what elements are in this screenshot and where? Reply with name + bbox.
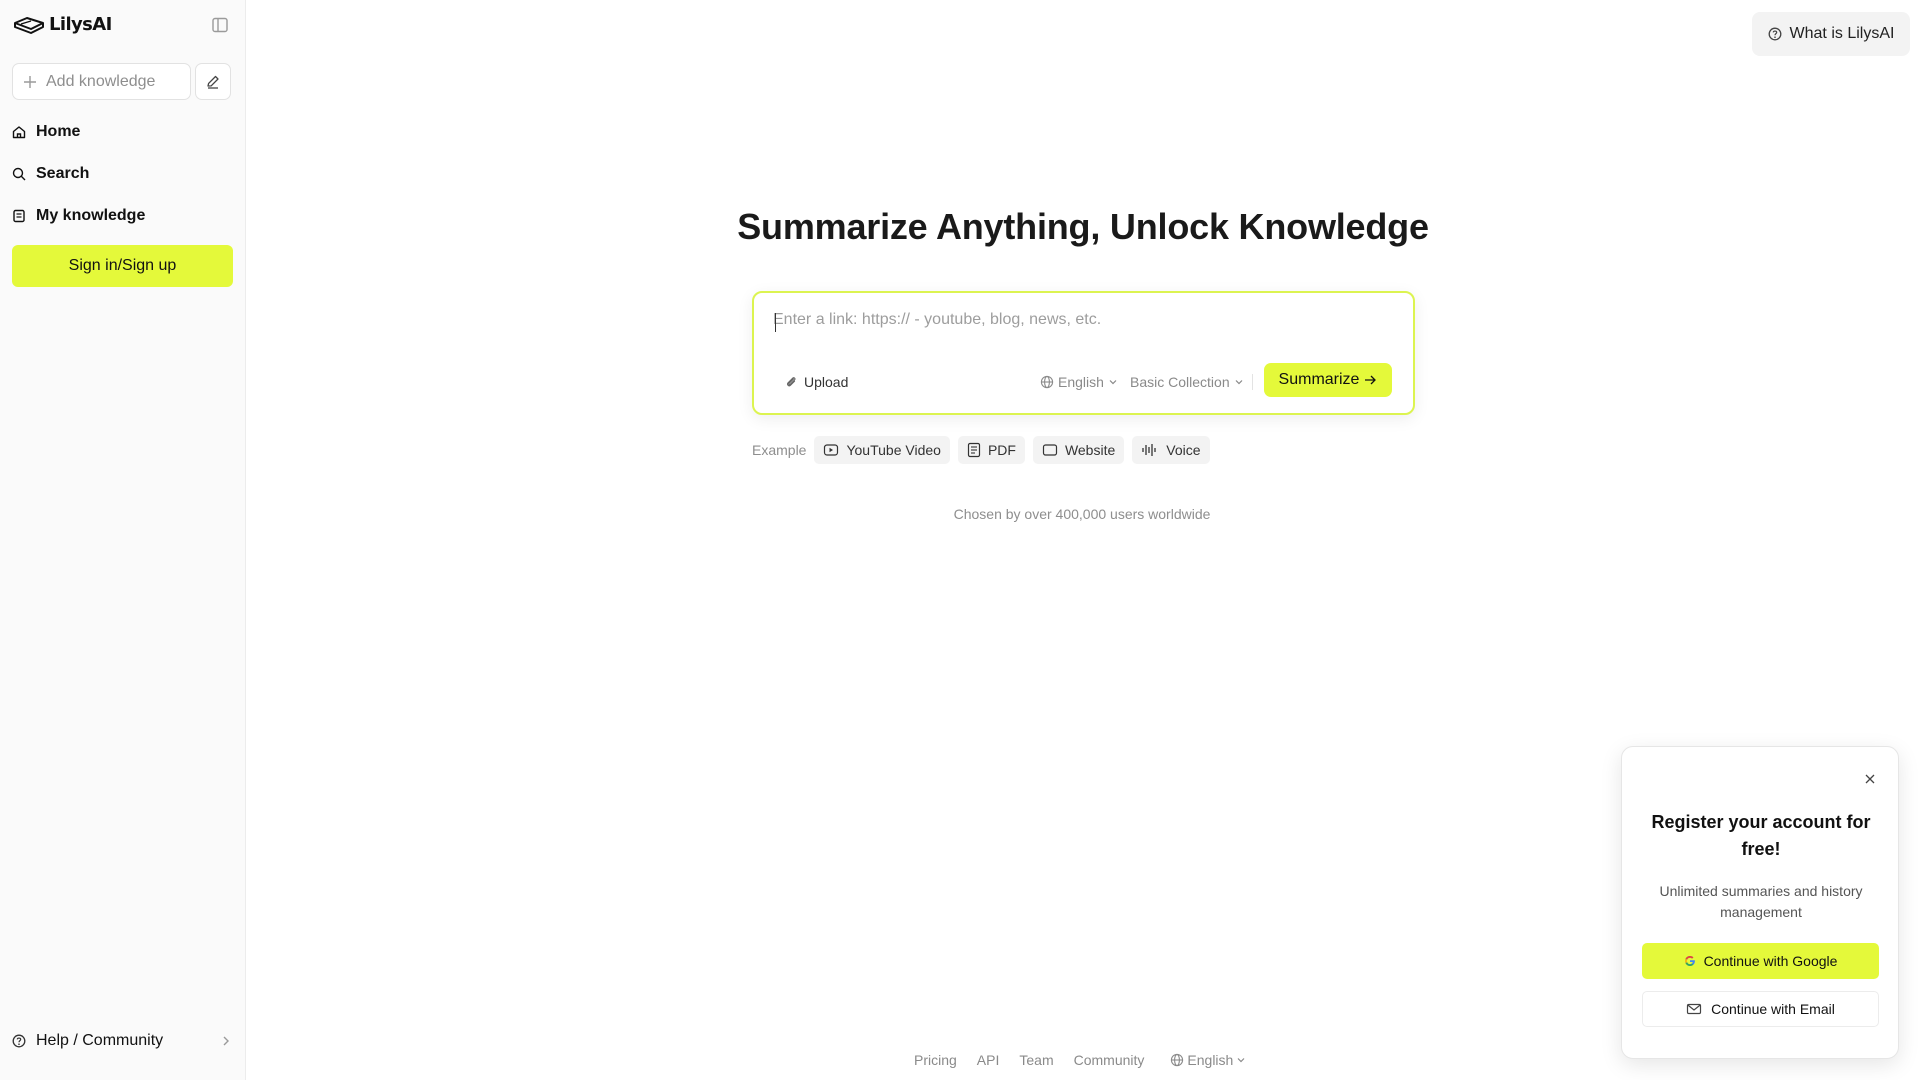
help-community-link[interactable]: Help / Community	[0, 1020, 246, 1062]
google-icon	[1684, 955, 1696, 967]
sidebar-toggle-button[interactable]	[211, 16, 229, 34]
upload-button[interactable]: Upload	[784, 371, 848, 393]
footer-language-dropdown[interactable]: English	[1170, 1052, 1246, 1068]
help-circle-icon	[12, 1034, 26, 1048]
popup-description: Unlimited summaries and history manageme…	[1659, 883, 1863, 920]
close-icon	[1862, 771, 1878, 787]
help-community-label: Help / Community	[36, 1032, 164, 1049]
register-popup: Register your account for free! Unlimite…	[1621, 746, 1899, 1059]
text-caret	[775, 313, 776, 332]
arrow-right-icon	[1363, 373, 1377, 387]
examples-label: Example	[752, 442, 807, 458]
example-label: PDF	[987, 442, 1016, 458]
book-logo-icon	[13, 15, 45, 35]
sidebar-item-label: My knowledge	[36, 207, 146, 224]
sidebar: LilysAI Add knowledge Home Search My kno…	[0, 0, 246, 1080]
add-knowledge-label: Add knowledge	[46, 72, 156, 90]
sidebar-item-label: Home	[36, 123, 81, 140]
help-circle-icon	[1768, 27, 1782, 41]
summarize-label: Summarize	[1278, 371, 1360, 388]
sidebar-item-search[interactable]: Search	[12, 160, 89, 188]
notebook-icon	[12, 209, 26, 223]
footer-link-community[interactable]: Community	[1074, 1052, 1145, 1068]
divider	[1252, 374, 1253, 390]
plus-icon	[23, 75, 37, 89]
example-pdf[interactable]: PDF	[957, 436, 1025, 464]
home-icon	[12, 125, 26, 139]
summarize-input-card: Upload English Basic Collection Summariz…	[752, 291, 1415, 415]
examples-row: Example YouTube Video PDF Website Voice	[752, 436, 1210, 464]
document-icon	[967, 442, 981, 458]
language-dropdown[interactable]: English	[1040, 371, 1118, 393]
globe-icon	[1040, 375, 1054, 389]
sidebar-item-home[interactable]: Home	[12, 118, 80, 146]
example-website[interactable]: Website	[1032, 436, 1125, 464]
sidebar-item-my-knowledge[interactable]: My knowledge	[12, 202, 145, 230]
email-button-label: Continue with Email	[1711, 1001, 1835, 1017]
add-knowledge-button[interactable]: Add knowledge	[12, 63, 191, 100]
language-value: English	[1058, 374, 1104, 390]
footer-link-pricing[interactable]: Pricing	[914, 1052, 957, 1068]
footer: Pricing API Team Community English	[914, 1050, 1246, 1070]
footer-link-api[interactable]: API	[977, 1052, 1000, 1068]
example-youtube-video[interactable]: YouTube Video	[814, 436, 950, 464]
chevron-down-icon	[1108, 377, 1118, 387]
logo-text: LilysAI	[49, 14, 112, 35]
example-label: YouTube Video	[846, 442, 941, 458]
page-title: Summarize Anything, Unlock Knowledge	[737, 206, 1429, 247]
link-input[interactable]	[773, 305, 1393, 335]
collection-dropdown[interactable]: Basic Collection	[1130, 371, 1244, 393]
chevron-down-icon	[1236, 1055, 1246, 1065]
paperclip-icon	[784, 375, 798, 389]
what-is-lilysai-label: What is LilysAI	[1789, 25, 1895, 42]
logo[interactable]: LilysAI	[13, 14, 112, 35]
sign-in-button[interactable]: Sign in/Sign up	[12, 245, 233, 287]
play-icon	[823, 443, 839, 457]
sidebar-panel-icon	[211, 16, 229, 34]
upload-label: Upload	[804, 374, 849, 390]
example-voice[interactable]: Voice	[1132, 436, 1210, 464]
sidebar-item-label: Search	[36, 165, 90, 182]
google-button-label: Continue with Google	[1703, 953, 1838, 969]
mail-icon	[1686, 1002, 1702, 1016]
summarize-button[interactable]: Summarize	[1264, 363, 1392, 397]
chevron-down-icon	[1234, 377, 1244, 387]
chevron-right-icon	[220, 1034, 232, 1048]
what-is-lilysai-button[interactable]: What is LilysAI	[1752, 12, 1910, 56]
browser-icon	[1042, 443, 1058, 457]
footer-language-value: English	[1187, 1052, 1234, 1068]
edit-pencil-icon	[205, 74, 221, 90]
close-button[interactable]	[1862, 771, 1878, 787]
continue-with-email-button[interactable]: Continue with Email	[1642, 991, 1879, 1027]
new-note-button[interactable]	[195, 63, 231, 100]
example-label: Website	[1064, 442, 1116, 458]
popup-title: Register your account for free!	[1651, 812, 1871, 859]
continue-with-google-button[interactable]: Continue with Google	[1642, 943, 1879, 979]
social-proof-text: Chosen by over 400,000 users worldwide	[953, 506, 1211, 522]
collection-value: Basic Collection	[1130, 374, 1230, 390]
waveform-icon	[1141, 443, 1159, 457]
footer-link-team[interactable]: Team	[1019, 1052, 1053, 1068]
search-icon	[12, 167, 26, 181]
globe-icon	[1170, 1053, 1184, 1067]
example-label: Voice	[1166, 442, 1201, 458]
